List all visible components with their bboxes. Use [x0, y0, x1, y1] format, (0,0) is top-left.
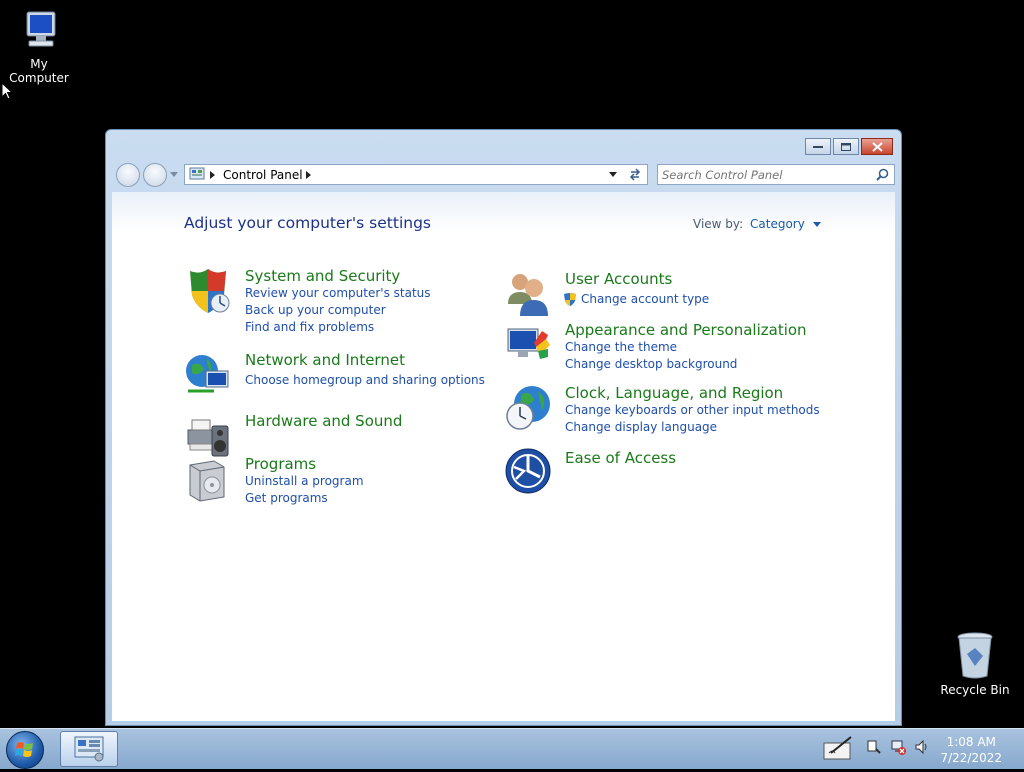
control-panel-icon: [74, 736, 104, 762]
programs-box-icon: [189, 460, 225, 502]
uac-shield-icon: [564, 293, 576, 306]
control-panel-window: Control Panel Adjust your computer's set…: [105, 129, 902, 726]
minimize-button[interactable]: [805, 138, 831, 155]
change-keyboards-link[interactable]: Change keyboards or other input methods: [565, 403, 820, 417]
view-by-dropdown[interactable]: Category: [750, 217, 821, 231]
change-display-language-link[interactable]: Change display language: [565, 420, 717, 434]
my-computer-icon[interactable]: My Computer: [0, 8, 78, 85]
recent-pages-arrow-icon[interactable]: [170, 172, 178, 178]
view-by-label: View by:: [693, 217, 744, 231]
search-icon[interactable]: [876, 168, 889, 181]
windows-logo-icon: [15, 742, 33, 757]
category-title[interactable]: Ease of Access: [565, 449, 676, 467]
address-path[interactable]: Control Panel: [223, 168, 303, 182]
clock-time: 1:08 AM: [946, 735, 996, 749]
category-title[interactable]: Clock, Language, and Region: [565, 384, 783, 402]
category-title[interactable]: Hardware and Sound: [245, 412, 402, 430]
category-title[interactable]: Programs: [245, 455, 316, 473]
backup-link[interactable]: Back up your computer: [245, 303, 386, 317]
find-fix-problems-link[interactable]: Find and fix problems: [245, 320, 374, 334]
category-title[interactable]: User Accounts: [565, 270, 672, 288]
start-button[interactable]: [6, 731, 44, 769]
control-panel-small-icon: [189, 167, 205, 180]
back-button[interactable]: [116, 163, 140, 187]
recycle-bin-icon[interactable]: Recycle Bin: [938, 630, 1012, 697]
taskbar-control-panel-button[interactable]: [60, 731, 118, 767]
chevron-right-icon[interactable]: [210, 171, 215, 179]
change-background-link[interactable]: Change desktop background: [565, 357, 737, 371]
chevron-down-icon: [812, 222, 821, 227]
users-icon: [508, 274, 548, 316]
search-input[interactable]: [662, 167, 867, 182]
refresh-button[interactable]: [622, 164, 648, 185]
change-theme-link[interactable]: Change the theme: [565, 340, 677, 354]
computer-icon: [26, 11, 56, 47]
ease-of-access-icon: [505, 448, 551, 494]
recycle-bin-label: Recycle Bin: [940, 683, 1010, 697]
clock-date: 7/22/2022: [940, 751, 1002, 765]
control-panel-content: Adjust your computer's settings View by:…: [112, 192, 895, 721]
clock-globe-icon: [506, 386, 550, 430]
close-button[interactable]: [861, 138, 893, 155]
view-by-value[interactable]: Category: [750, 217, 805, 231]
uninstall-program-link[interactable]: Uninstall a program: [245, 474, 364, 488]
get-programs-link[interactable]: Get programs: [245, 491, 328, 505]
network-globe-icon: [186, 355, 229, 393]
system-clock[interactable]: 1:08 AM 7/22/2022: [940, 734, 1002, 766]
category-title[interactable]: System and Security: [245, 267, 400, 285]
change-account-type-link[interactable]: Change account type: [581, 292, 709, 306]
trash-icon: [957, 632, 993, 679]
maximize-button[interactable]: [833, 138, 859, 155]
volume-icon[interactable]: [914, 739, 930, 755]
printer-speaker-icon: [187, 419, 229, 457]
appearance-monitor-icon: [507, 328, 550, 359]
window-controls: [803, 138, 893, 155]
address-bar[interactable]: Control Panel: [184, 164, 648, 185]
pen-tablet-icon[interactable]: [823, 735, 855, 761]
chevron-right-icon[interactable]: [306, 171, 311, 179]
address-dropdown-icon[interactable]: [609, 172, 617, 178]
taskbar: 1:08 AM 7/22/2022: [0, 728, 1024, 769]
search-box[interactable]: [657, 164, 895, 185]
refresh-icon: [629, 168, 641, 181]
forward-button[interactable]: [143, 163, 167, 187]
shield-icon: [190, 269, 230, 313]
homegroup-link[interactable]: Choose homegroup and sharing options: [245, 373, 485, 387]
review-status-link[interactable]: Review your computer's status: [245, 286, 431, 300]
category-title[interactable]: Network and Internet: [245, 351, 405, 369]
category-title[interactable]: Appearance and Personalization: [565, 321, 807, 339]
action-center-icon[interactable]: [866, 739, 882, 755]
minimize-icon: [813, 145, 823, 148]
navigation-bar: Control Panel: [114, 162, 895, 188]
my-computer-label: My Computer: [9, 57, 69, 85]
maximize-icon: [841, 142, 851, 151]
page-title: Adjust your computer's settings: [184, 214, 431, 232]
network-disconnected-icon[interactable]: [890, 739, 906, 755]
close-icon: [871, 141, 883, 152]
mouse-cursor-icon: [1, 82, 13, 100]
